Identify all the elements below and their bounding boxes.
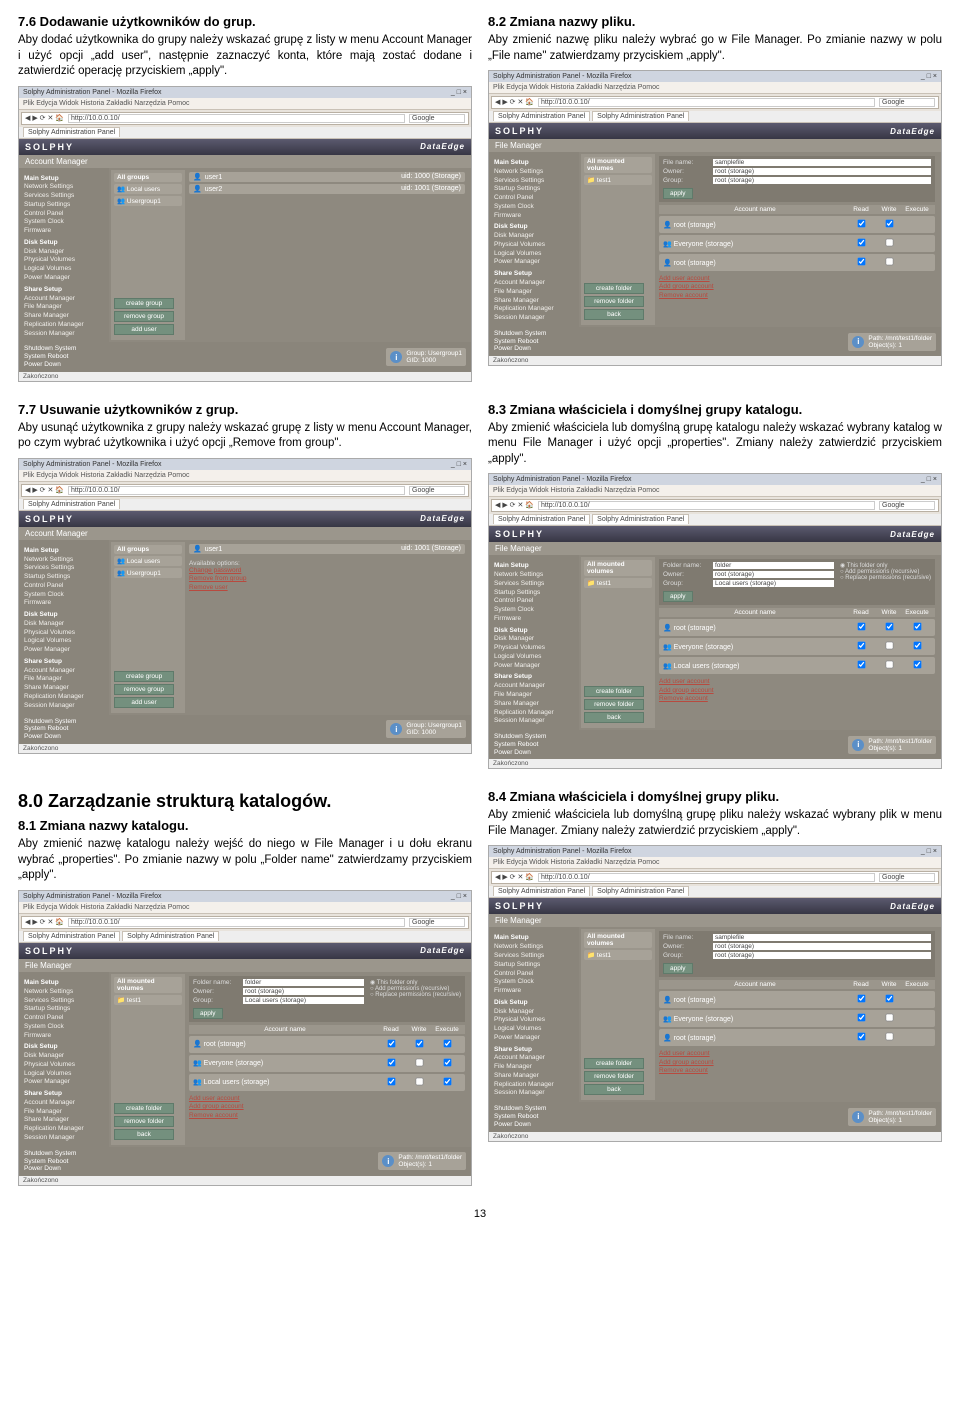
section-7-6-body: Aby dodać użytkownika do grupy należy ws… [18, 33, 472, 80]
section-7-7-body: Aby usunąć użytkownika z grupy należy ws… [18, 421, 472, 452]
page-number: 13 [10, 1208, 950, 1220]
add-user-button[interactable]: add user [114, 324, 174, 335]
remove-folder-button[interactable]: remove folder [584, 296, 644, 307]
remove-user-link[interactable]: Remove user [189, 584, 465, 592]
screenshot-fm-folder: Solphy Administration Panel - Mozilla Fi… [18, 890, 472, 1186]
add-user-account-link[interactable]: Add user account [659, 275, 935, 283]
screenshot-acct-add: Solphy Administration Panel - Mozilla Fi… [18, 86, 472, 382]
info-icon: i [390, 351, 402, 363]
section-8-4-body: Aby zmienić właściciela lub domyślną gru… [488, 808, 942, 839]
section-8-4-title: 8.4 Zmiana właściciela i domyślnej grupy… [488, 789, 942, 804]
section-8-1-title: 8.1 Zmiana nazwy katalogu. [18, 818, 472, 833]
screenshot-fm-owner-folder: Solphy Administration Panel - Mozilla Fi… [488, 473, 942, 769]
remove-account-link[interactable]: Remove account [659, 292, 935, 300]
section-8-2-body: Aby zmienić nazwę pliku należy wybrać go… [488, 33, 942, 64]
remove-from-group-link[interactable]: Remove from group [189, 575, 465, 583]
apply-button[interactable]: apply [663, 188, 693, 199]
section-8-1-body: Aby zmienić nazwę katalogu należy wejść … [18, 837, 472, 884]
create-folder-button[interactable]: create folder [584, 283, 644, 294]
section-8-3-title: 8.3 Zmiana właściciela i domyślnej grupy… [488, 402, 942, 417]
info-icon: i [852, 336, 864, 348]
section-7-6-title: 7.6 Dodawanie użytkowników do grup. [18, 14, 472, 29]
section-8-3-body: Aby zmienić właściciela lub domyślną gru… [488, 421, 942, 468]
screenshot-acct-remove: Solphy Administration Panel - Mozilla Fi… [18, 458, 472, 754]
owner-select[interactable]: root (storage) [713, 571, 834, 578]
file-name-input[interactable]: samplefile [713, 159, 931, 166]
add-group-account-link[interactable]: Add group account [659, 283, 935, 291]
create-group-button[interactable]: create group [114, 298, 174, 309]
group-select[interactable]: Local users (storage) [713, 580, 834, 587]
folder-name-input[interactable]: folder [243, 979, 364, 986]
section-8-0-title: 8.0 Zarządzanie strukturą katalogów. [18, 791, 472, 812]
screenshot-fm-file: Solphy Administration Panel - Mozilla Fi… [488, 70, 942, 366]
back-button[interactable]: back [584, 309, 644, 320]
screenshot-fm-owner-file: Solphy Administration Panel - Mozilla Fi… [488, 845, 942, 1141]
section-7-7-title: 7.7 Usuwanie użytkowników z grup. [18, 402, 472, 417]
change-password-link[interactable]: Change password [189, 567, 465, 575]
remove-group-button[interactable]: remove group [114, 311, 174, 322]
section-8-2-title: 8.2 Zmiana nazwy pliku. [488, 14, 942, 29]
